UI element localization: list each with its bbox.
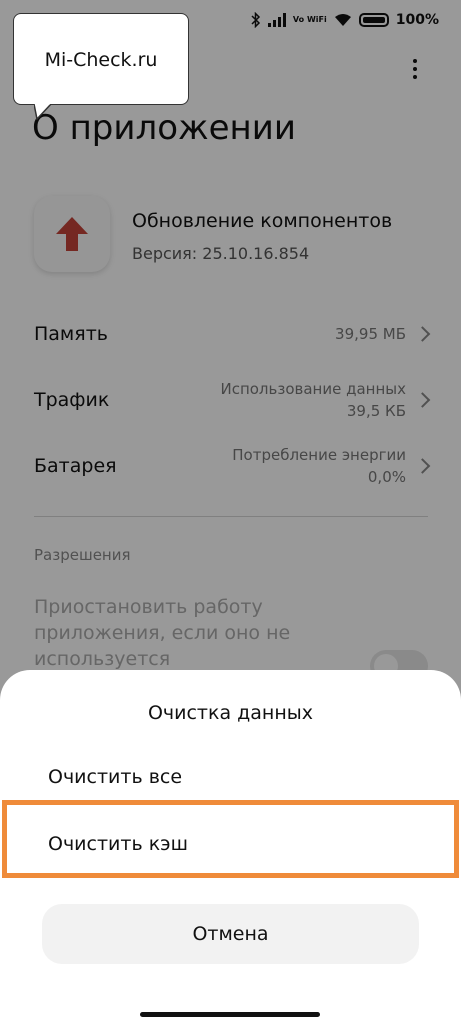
- clear-all-option[interactable]: Очистить все: [0, 746, 461, 808]
- highlight-frame: [2, 800, 459, 878]
- cancel-button[interactable]: Отмена: [42, 904, 419, 964]
- sheet-title: Очистка данных: [147, 702, 314, 724]
- callout-tail: [34, 104, 52, 120]
- clear-all-label: Очистить все: [48, 766, 183, 788]
- home-indicator: [140, 1012, 320, 1017]
- watermark-callout: Mi-Check.ru: [13, 13, 189, 105]
- watermark-text: Mi-Check.ru: [44, 49, 158, 71]
- clear-data-sheet: Очистка данных Очистить все Очистить кэш…: [0, 670, 461, 1024]
